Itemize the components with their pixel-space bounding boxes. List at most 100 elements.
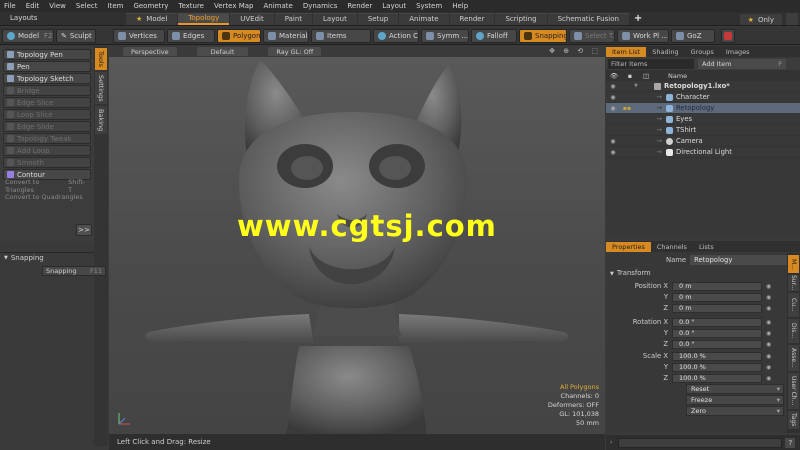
snapping-toggle[interactable]: Snapping F11 — [42, 266, 106, 276]
item-row[interactable]: → TShirt — [606, 125, 800, 136]
menu-view[interactable]: View — [49, 2, 66, 10]
layout-options-button[interactable] — [786, 13, 798, 25]
tab-channels[interactable]: Channels — [651, 242, 693, 252]
scale-x-field[interactable]: 100.0 % — [672, 351, 762, 361]
tool-add-loop[interactable]: Add Loop — [3, 145, 91, 156]
side-tab-display[interactable]: Dis... — [788, 319, 799, 343]
tool-smooth[interactable]: Smooth — [3, 157, 91, 168]
vertices-button[interactable]: Vertices — [113, 29, 165, 43]
column-name[interactable]: Name — [668, 72, 687, 80]
layout-tab-render[interactable]: Render — [449, 12, 495, 25]
tab-lists[interactable]: Lists — [693, 242, 720, 252]
rotation-z-field[interactable]: 0.0 ° — [672, 339, 762, 349]
envelope-icon[interactable]: ◉ — [766, 283, 771, 290]
menu-edit[interactable]: Edit — [26, 2, 40, 10]
item-row[interactable]: ◉ → Directional Light — [606, 147, 800, 158]
item-row[interactable]: ◉ → Camera — [606, 136, 800, 147]
goz-button[interactable]: GoZ — [671, 29, 715, 43]
add-layout-button[interactable]: + — [634, 13, 642, 24]
menu-select[interactable]: Select — [76, 2, 98, 10]
side-tab-settings[interactable]: Settings — [95, 72, 107, 104]
layout-tab-setup[interactable]: Setup — [357, 12, 399, 25]
3d-viewport[interactable]: Perspective Default Ray GL: Off ✥ ⊕ ⟲ ⬚ — [109, 46, 605, 434]
layout-tab-model[interactable]: ★ Model — [126, 12, 178, 25]
reset-dropdown[interactable]: Reset ▾ — [686, 384, 784, 394]
only-toggle[interactable]: ★ Only — [739, 14, 782, 25]
tab-images[interactable]: Images — [720, 47, 756, 57]
help-button[interactable]: ? — [785, 437, 796, 448]
menu-vertex-map[interactable]: Vertex Map — [214, 2, 254, 10]
layout-tab-topology[interactable]: Topology — [178, 12, 230, 25]
tool-bridge[interactable]: Bridge — [3, 85, 91, 96]
menu-system[interactable]: System — [416, 2, 442, 10]
layout-tab-schematic-fusion[interactable]: Schematic Fusion — [547, 12, 629, 25]
add-item-button[interactable]: Add Item F — [698, 59, 786, 69]
expand-tools-button[interactable]: >> — [76, 224, 92, 236]
item-row[interactable]: → Eyes — [606, 114, 800, 125]
side-tab-mesh[interactable]: M... — [788, 255, 799, 273]
tool-topology-tweak[interactable]: Topology Tweak — [3, 133, 91, 144]
envelope-icon[interactable]: ◉ — [766, 364, 771, 371]
side-tab-baking[interactable]: Baking — [95, 106, 107, 134]
item-row[interactable]: ◉ ▪▪ → Retopology — [606, 103, 800, 114]
menu-geometry[interactable]: Geometry — [133, 2, 168, 10]
tool-pen[interactable]: Pen — [3, 61, 91, 72]
rotation-y-field[interactable]: 0.0 ° — [672, 328, 762, 338]
envelope-icon[interactable]: ◉ — [766, 353, 771, 360]
polygons-button[interactable]: Polygons — [217, 29, 261, 43]
scale-z-field[interactable]: 100.0 % — [672, 373, 762, 383]
scale-y-field[interactable]: 100.0 % — [672, 362, 762, 372]
action-center-button[interactable]: Action C... — [373, 29, 419, 43]
visibility-eye-icon[interactable]: ◉ — [606, 83, 620, 90]
menu-file[interactable]: File — [4, 2, 16, 10]
layouts-title[interactable]: Layouts — [10, 14, 37, 22]
layout-tab-animate[interactable]: Animate — [399, 12, 449, 25]
side-tab-assembly[interactable]: Asse... — [788, 345, 799, 371]
visibility-eye-icon[interactable]: ◉ — [606, 105, 620, 112]
symmetry-button[interactable]: Symm ... — [421, 29, 469, 43]
select-through-button[interactable]: Select T... — [569, 29, 615, 43]
menu-render[interactable]: Render — [347, 2, 372, 10]
collapse-icon[interactable]: ▼ — [634, 83, 654, 89]
visibility-eye-icon[interactable]: ◉ — [606, 138, 620, 145]
side-tab-tools[interactable]: Tools — [95, 48, 107, 70]
filter-items-input[interactable]: Filter Items — [608, 59, 694, 69]
tab-item-list[interactable]: Item List — [606, 46, 647, 57]
menu-texture[interactable]: Texture — [178, 2, 204, 10]
item-name-input[interactable]: Retopology — [690, 255, 800, 265]
convert-to-triangles-button[interactable]: Convert to Triangles Shift-T — [3, 178, 91, 194]
model-mode-button[interactable]: Model F2 — [2, 29, 54, 43]
zero-dropdown[interactable]: Zero ▾ — [686, 406, 784, 416]
envelope-icon[interactable]: ◉ — [766, 319, 771, 326]
layout-tab-scripting[interactable]: Scripting — [495, 12, 547, 25]
menu-help[interactable]: Help — [452, 2, 468, 10]
work-plane-button[interactable]: Work Pl ... — [617, 29, 669, 43]
item-row[interactable]: ◉ → Character — [606, 92, 800, 103]
tab-properties[interactable]: Properties — [606, 241, 651, 252]
envelope-icon[interactable]: ◉ — [766, 341, 771, 348]
visibility-eye-icon[interactable]: ◉ — [606, 149, 620, 156]
layout-tab-paint[interactable]: Paint — [274, 12, 313, 25]
position-y-field[interactable]: 0 m — [672, 292, 762, 302]
tab-shading[interactable]: Shading — [646, 47, 684, 57]
visibility-eye-icon[interactable]: ◉ — [606, 94, 620, 101]
snapping-header[interactable]: ▼ Snapping — [0, 253, 94, 263]
position-z-field[interactable]: 0 m — [672, 303, 762, 313]
rotation-x-field[interactable]: 0.0 ° — [672, 317, 762, 327]
layout-tab-uvedit[interactable]: UVEdit — [230, 12, 274, 25]
menu-item[interactable]: Item — [108, 2, 124, 10]
command-input[interactable] — [618, 437, 783, 448]
menu-dynamics[interactable]: Dynamics — [303, 2, 338, 10]
item-row[interactable]: ◉ ▼ Retopology1.lxo* — [606, 81, 800, 92]
sculpt-mode-button[interactable]: ✎ Sculpt — [56, 29, 96, 43]
tool-topology-pen[interactable]: Topology Pen — [3, 49, 91, 60]
side-tab-user-channels[interactable]: User Ch... — [788, 373, 799, 409]
transform-section-header[interactable]: ▼ Transform — [610, 269, 651, 277]
edges-button[interactable]: Edges — [167, 29, 215, 43]
freeze-dropdown[interactable]: Freeze ▾ — [686, 395, 784, 405]
materials-button[interactable]: Materials — [263, 29, 309, 43]
falloff-button[interactable]: Falloff — [471, 29, 517, 43]
position-x-field[interactable]: 0 m — [672, 281, 762, 291]
menu-animate[interactable]: Animate — [263, 2, 292, 10]
convert-to-quadrangles-button[interactable]: Convert to Quadrangles — [3, 192, 91, 202]
